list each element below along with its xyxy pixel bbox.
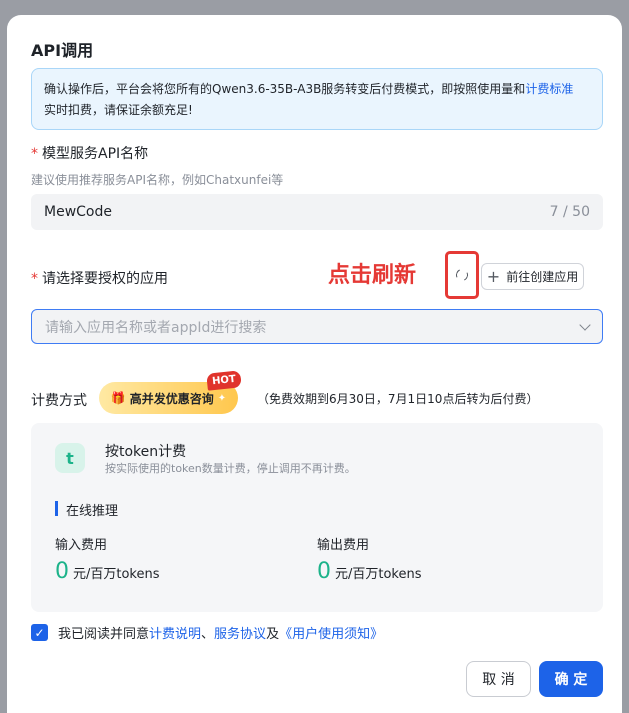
billing-notice: 确认操作后，平台会将您所有的Qwen3.6-35B-A3B服务转变后付费模式，即… [31,68,603,130]
token-billing-card: t 按token计费 按实际使用的token数量计费，停止调用不再计费。 在线推… [31,423,603,612]
input-cost-value: 0 元/百万tokens [55,559,160,584]
card-title: 按token计费 [105,444,187,460]
refresh-icon [454,267,470,283]
confirm-button[interactable]: 确 定 [539,661,603,697]
notice-text: 确认操作后，平台会将您所有的Qwen3.6-35B-A3B服务转变后付费模式，即… [44,82,526,96]
required-mark: * [31,271,38,287]
refresh-button[interactable] [445,251,479,299]
agreement-text: 我已阅读并同意计费说明、服务协议及《用户使用须知》 [58,627,384,642]
section-accent-bar [55,501,58,516]
hot-badge: HOT [206,370,242,391]
output-cost-value: 0 元/百万tokens [317,559,422,584]
app-search-placeholder: 请输入应用名称或者appId进行搜索 [45,319,267,336]
agreement-checkbox[interactable]: ✓ [31,624,48,641]
output-cost-label: 输出费用 [317,538,370,553]
billing-terms-link[interactable]: 计费说明 [149,627,201,642]
chevron-down-icon [579,318,591,331]
char-counter: 7 / 50 [549,204,590,220]
check-icon: ✓ [34,625,45,640]
cancel-button[interactable]: 取 消 [466,661,531,697]
required-mark: * [31,146,38,162]
input-cost-label: 输入费用 [55,538,108,553]
api-dialog: API调用 确认操作后，平台会将您所有的Qwen3.6-35B-A3B服务转变后… [7,15,622,713]
token-icon: t [55,443,85,473]
service-name-value: MewCode [44,204,112,220]
notice-text-2: 实时扣费，请保证余额充足! [44,103,193,117]
refresh-annotation: 点击刷新 [328,263,417,288]
service-name-hint: 建议使用推荐服务API名称，例如Chatxunfei等 [31,173,284,187]
service-agreement-link[interactable]: 服务协议 [214,627,266,642]
billing-standard-link[interactable]: 计费标准 [525,82,573,96]
app-select-label: * 请选择要授权的应用 [31,271,168,287]
dialog-title: API调用 [31,41,94,60]
service-name-label: * 模型服务API名称 [31,146,149,162]
billing-label: 计费方式 [31,393,87,409]
create-app-button[interactable]: + 前往创建应用 [481,263,584,290]
service-name-input[interactable]: MewCode 7 / 50 [31,194,603,230]
sparkle-icon: ✦ [217,392,227,404]
section-title: 在线推理 [66,504,119,519]
card-subtitle: 按实际使用的token数量计费，停止调用不再计费。 [105,462,356,475]
plus-icon: + [486,266,501,286]
gift-icon: 🎁 [110,391,126,405]
promo-note: （免费效期到6月30日，7月1日10点后转为后付费） [257,392,539,406]
user-notice-link[interactable]: 《用户使用须知》 [279,627,383,642]
agreement-row: ✓ 我已阅读并同意计费说明、服务协议及《用户使用须知》 [31,623,383,642]
app-search-select[interactable]: 请输入应用名称或者appId进行搜索 [31,309,603,344]
